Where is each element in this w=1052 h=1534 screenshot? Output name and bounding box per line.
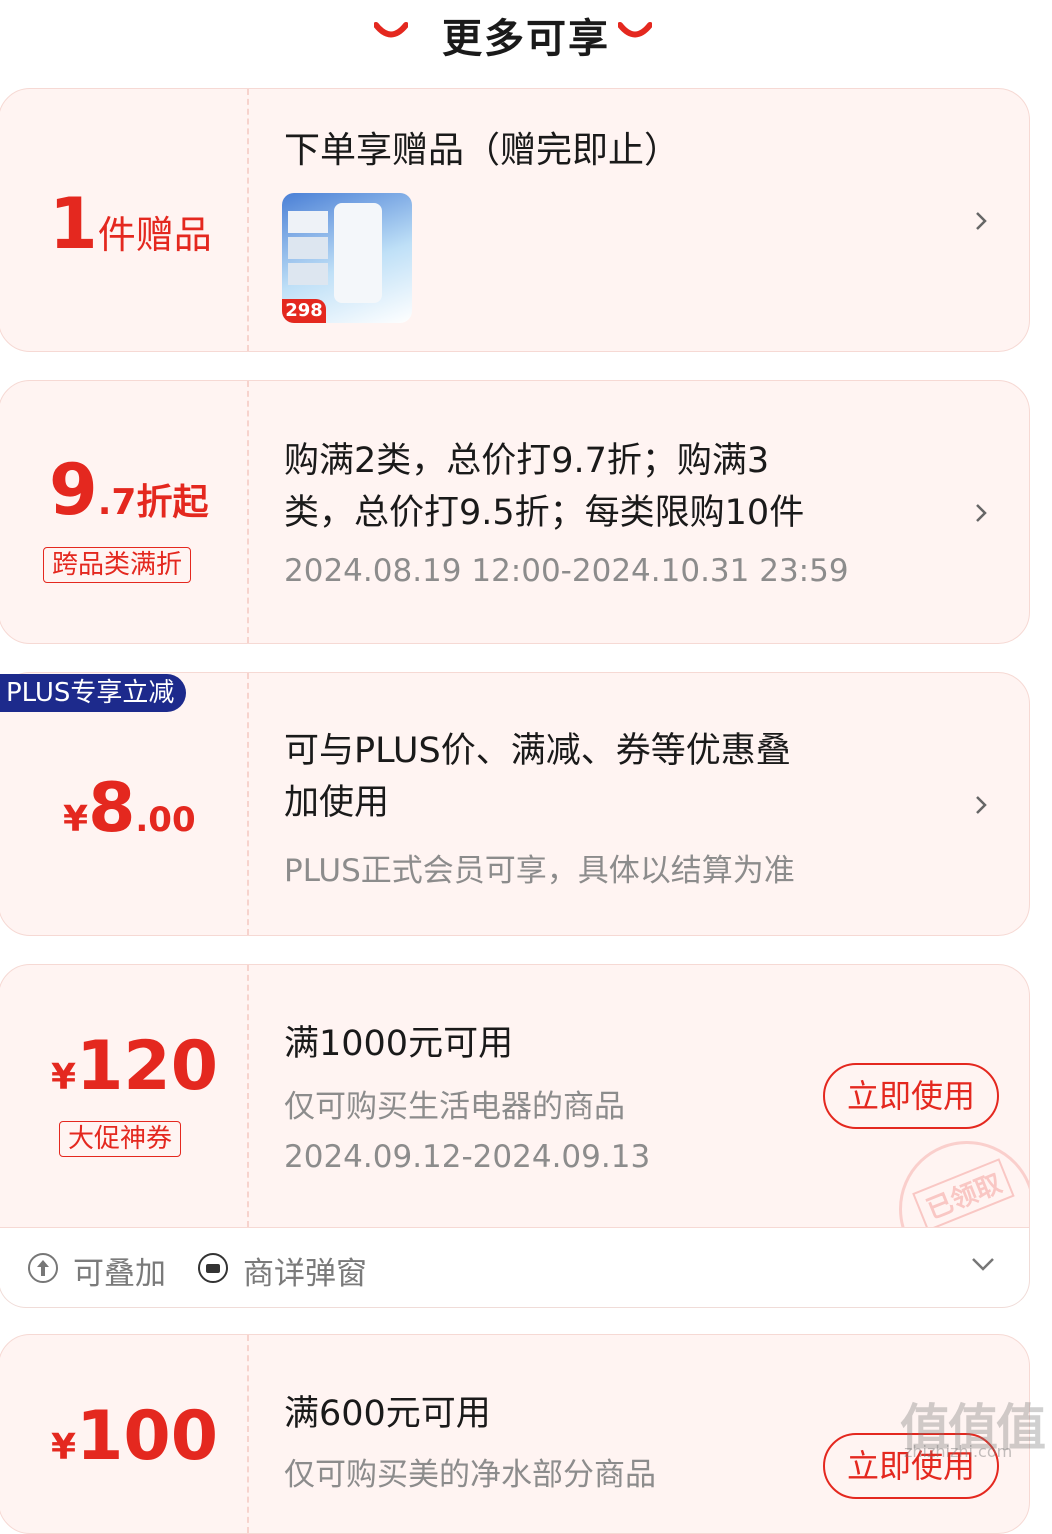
plus-currency: ¥ (63, 799, 89, 840)
gift-count: 1 (49, 183, 98, 265)
popup-detail-label: 商详弹窗 (243, 1256, 367, 1292)
chevron-right-icon[interactable] (971, 211, 991, 231)
discount-desc-line1: 购满2类，总价打9.7折；购满3 (284, 441, 770, 481)
plus-note: PLUS正式会员可享，具体以结算为准 (284, 853, 795, 889)
coupon-100-condition: 满600元可用 (284, 1394, 491, 1434)
claimed-stamp-text: 已领取 (912, 1158, 1015, 1227)
plus-desc-line2: 加使用 (284, 783, 390, 823)
coupon-120-footer: 可叠加 商详弹窗 (0, 1228, 1030, 1308)
gift-unit: 件赠品 (97, 213, 212, 257)
plus-left: ¥8.00 (0, 673, 247, 935)
gift-card[interactable]: 1件赠品 下单享赠品（赠完即止） 298 (0, 88, 1030, 352)
coupon-120-currency: ¥ (51, 1057, 77, 1098)
discount-tag: 跨品类满折 (43, 547, 192, 583)
coupon-100-left: ¥100 (0, 1335, 247, 1533)
plus-desc-line1: 可与PLUS价、满减、券等优惠叠 (284, 731, 791, 771)
card-divider (247, 673, 249, 935)
coupon-120-period: 2024.09.12-2024.09.13 (284, 1139, 651, 1175)
smile-decoration-icon (618, 22, 652, 38)
coupon-120-condition: 满1000元可用 (284, 1024, 514, 1064)
coupon-100-currency: ¥ (51, 1427, 77, 1468)
coupon-100-amount: 100 (76, 1397, 219, 1476)
coupon-100-scope: 仅可购买美的净水部分商品 (284, 1457, 656, 1493)
discount-right: 购满2类，总价打9.7折；购满3 类，总价打9.5折；每类限购10件 2024.… (284, 381, 1029, 643)
gift-product-thumbnail[interactable]: 298 (282, 193, 412, 323)
card-divider (247, 1335, 249, 1533)
plus-amount: 8 (88, 769, 136, 848)
coupon-120-scope: 仅可购买生活电器的商品 (284, 1089, 625, 1125)
gift-left: 1件赠品 (0, 89, 247, 351)
chevron-down-icon[interactable] (971, 1256, 995, 1272)
plus-badge: PLUS专享立减 (0, 674, 187, 712)
thumb-price-badge: 298 (282, 299, 326, 323)
gift-title: 下单享赠品（赠完即止） (284, 130, 681, 171)
card-divider (247, 89, 249, 351)
card-divider (247, 381, 249, 643)
discount-period: 2024.08.19 12:00-2024.10.31 23:59 (284, 553, 849, 589)
discount-desc-line2: 类，总价打9.5折；每类限购10件 (284, 493, 805, 533)
popup-detail-icon (198, 1253, 228, 1283)
section-title: 更多可享 (442, 16, 610, 62)
thumb-panel (288, 263, 328, 285)
coupon-120-left: ¥120 大促神券 (0, 965, 247, 1227)
coupon-100-card: ¥100 满600元可用 仅可购买美的净水部分商品 立即使用 (0, 1334, 1030, 1534)
plus-right: 可与PLUS价、满减、券等优惠叠 加使用 PLUS正式会员可享，具体以结算为准 (284, 673, 1029, 935)
discount-card[interactable]: 9.7折起 跨品类满折 购满2类，总价打9.7折；购满3 类，总价打9.5折；每… (0, 380, 1030, 644)
chevron-right-icon[interactable] (971, 503, 991, 523)
watermark: 值 值 值 zhizhizhi.com (900, 1388, 1050, 1468)
coupon-120-tag: 大促神券 (59, 1121, 182, 1157)
stackable-label: 可叠加 (73, 1256, 166, 1292)
watermark-site: zhizhizhi.com (904, 1442, 1013, 1461)
use-now-button[interactable]: 立即使用 (823, 1063, 999, 1129)
coupon-120-amount: 120 (76, 1027, 219, 1106)
discount-left: 9.7折起 跨品类满折 (0, 381, 247, 643)
thumb-panel (288, 211, 328, 233)
discount-big: 9 (49, 449, 98, 531)
chevron-right-icon[interactable] (971, 795, 991, 815)
section-header: 更多可享 (0, 0, 1052, 62)
card-divider (247, 965, 249, 1227)
purifier-image (334, 203, 382, 303)
gift-right: 下单享赠品（赠完即止） 298 (282, 89, 1029, 351)
thumb-panel (288, 237, 328, 259)
stackable-icon (28, 1253, 58, 1283)
discount-small: .7折起 (97, 482, 209, 523)
coupon-120-card: ¥120 大促神券 满1000元可用 仅可购买生活电器的商品 2024.09.1… (0, 964, 1030, 1228)
plus-decimal: .00 (135, 800, 196, 840)
